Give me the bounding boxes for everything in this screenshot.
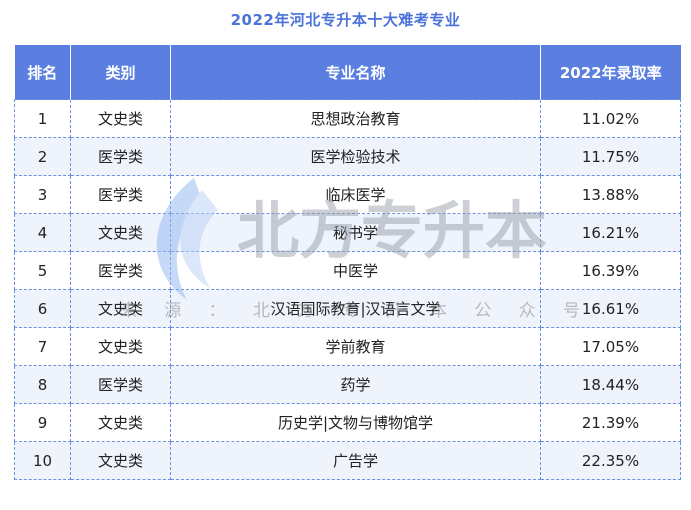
rank-cell: 3 (14, 175, 71, 214)
major-name-cell: 中医学 (170, 251, 541, 290)
major-name-cell: 医学检验技术 (170, 137, 541, 176)
admission-rate-cell: 11.75% (540, 137, 681, 176)
admission-rate-cell: 11.02% (540, 99, 681, 138)
category-cell: 文史类 (70, 99, 171, 138)
admission-rate-cell: 16.39% (540, 251, 681, 290)
admission-rate-cell: 16.61% (540, 289, 681, 328)
admission-rate-cell: 18.44% (540, 365, 681, 404)
header-rank: 排名 (14, 45, 71, 100)
table-row: 7 文史类 学前教育 17.05% (14, 327, 681, 366)
table-row: 9 文史类 历史学|文物与博物馆学 21.39% (14, 403, 681, 442)
table-row: 2 医学类 医学检验技术 11.75% (14, 137, 681, 176)
table-row: 5 医学类 中医学 16.39% (14, 251, 681, 290)
category-cell: 医学类 (70, 251, 171, 290)
header-category: 类别 (70, 45, 171, 100)
rank-cell: 2 (14, 137, 71, 176)
admission-rate-cell: 13.88% (540, 175, 681, 214)
table-header-row: 排名 类别 专业名称 2022年录取率 (14, 45, 681, 100)
table-row: 8 医学类 药学 18.44% (14, 365, 681, 404)
rank-cell: 7 (14, 327, 71, 366)
category-cell: 文史类 (70, 403, 171, 442)
header-major-name: 专业名称 (170, 45, 541, 100)
admission-rate-cell: 16.21% (540, 213, 681, 252)
rank-cell: 10 (14, 441, 71, 480)
major-name-cell: 汉语国际教育|汉语言文学 (170, 289, 541, 328)
admission-rate-cell: 17.05% (540, 327, 681, 366)
table-row: 4 文史类 秘书学 16.21% (14, 213, 681, 252)
rank-cell: 9 (14, 403, 71, 442)
table-row: 1 文史类 思想政治教育 11.02% (14, 99, 681, 138)
category-cell: 文史类 (70, 213, 171, 252)
major-name-cell: 秘书学 (170, 213, 541, 252)
category-cell: 文史类 (70, 327, 171, 366)
header-admission-rate: 2022年录取率 (540, 45, 681, 100)
admission-rate-cell: 22.35% (540, 441, 681, 480)
rank-cell: 8 (14, 365, 71, 404)
rank-cell: 4 (14, 213, 71, 252)
rank-cell: 1 (14, 99, 71, 138)
major-name-cell: 学前教育 (170, 327, 541, 366)
rank-cell: 5 (14, 251, 71, 290)
table-row: 6 文史类 汉语国际教育|汉语言文学 16.61% (14, 289, 681, 328)
table-row: 3 医学类 临床医学 13.88% (14, 175, 681, 214)
page-title: 2022年河北专升本十大难考专业 (230, 11, 461, 29)
major-name-cell: 临床医学 (170, 175, 541, 214)
category-cell: 文史类 (70, 441, 171, 480)
major-name-cell: 广告学 (170, 441, 541, 480)
table-row: 10 文史类 广告学 22.35% (14, 441, 681, 480)
category-cell: 文史类 (70, 289, 171, 328)
major-name-cell: 思想政治教育 (170, 99, 541, 138)
rank-cell: 6 (14, 289, 71, 328)
major-name-cell: 药学 (170, 365, 541, 404)
admission-rate-cell: 21.39% (540, 403, 681, 442)
ranking-table: 排名 类别 专业名称 2022年录取率 1 文史类 思想政治教育 11.02% 2 医学类… (14, 45, 681, 480)
category-cell: 医学类 (70, 175, 171, 214)
major-name-cell: 历史学|文物与博物馆学 (170, 403, 541, 442)
category-cell: 医学类 (70, 137, 171, 176)
category-cell: 医学类 (70, 365, 171, 404)
